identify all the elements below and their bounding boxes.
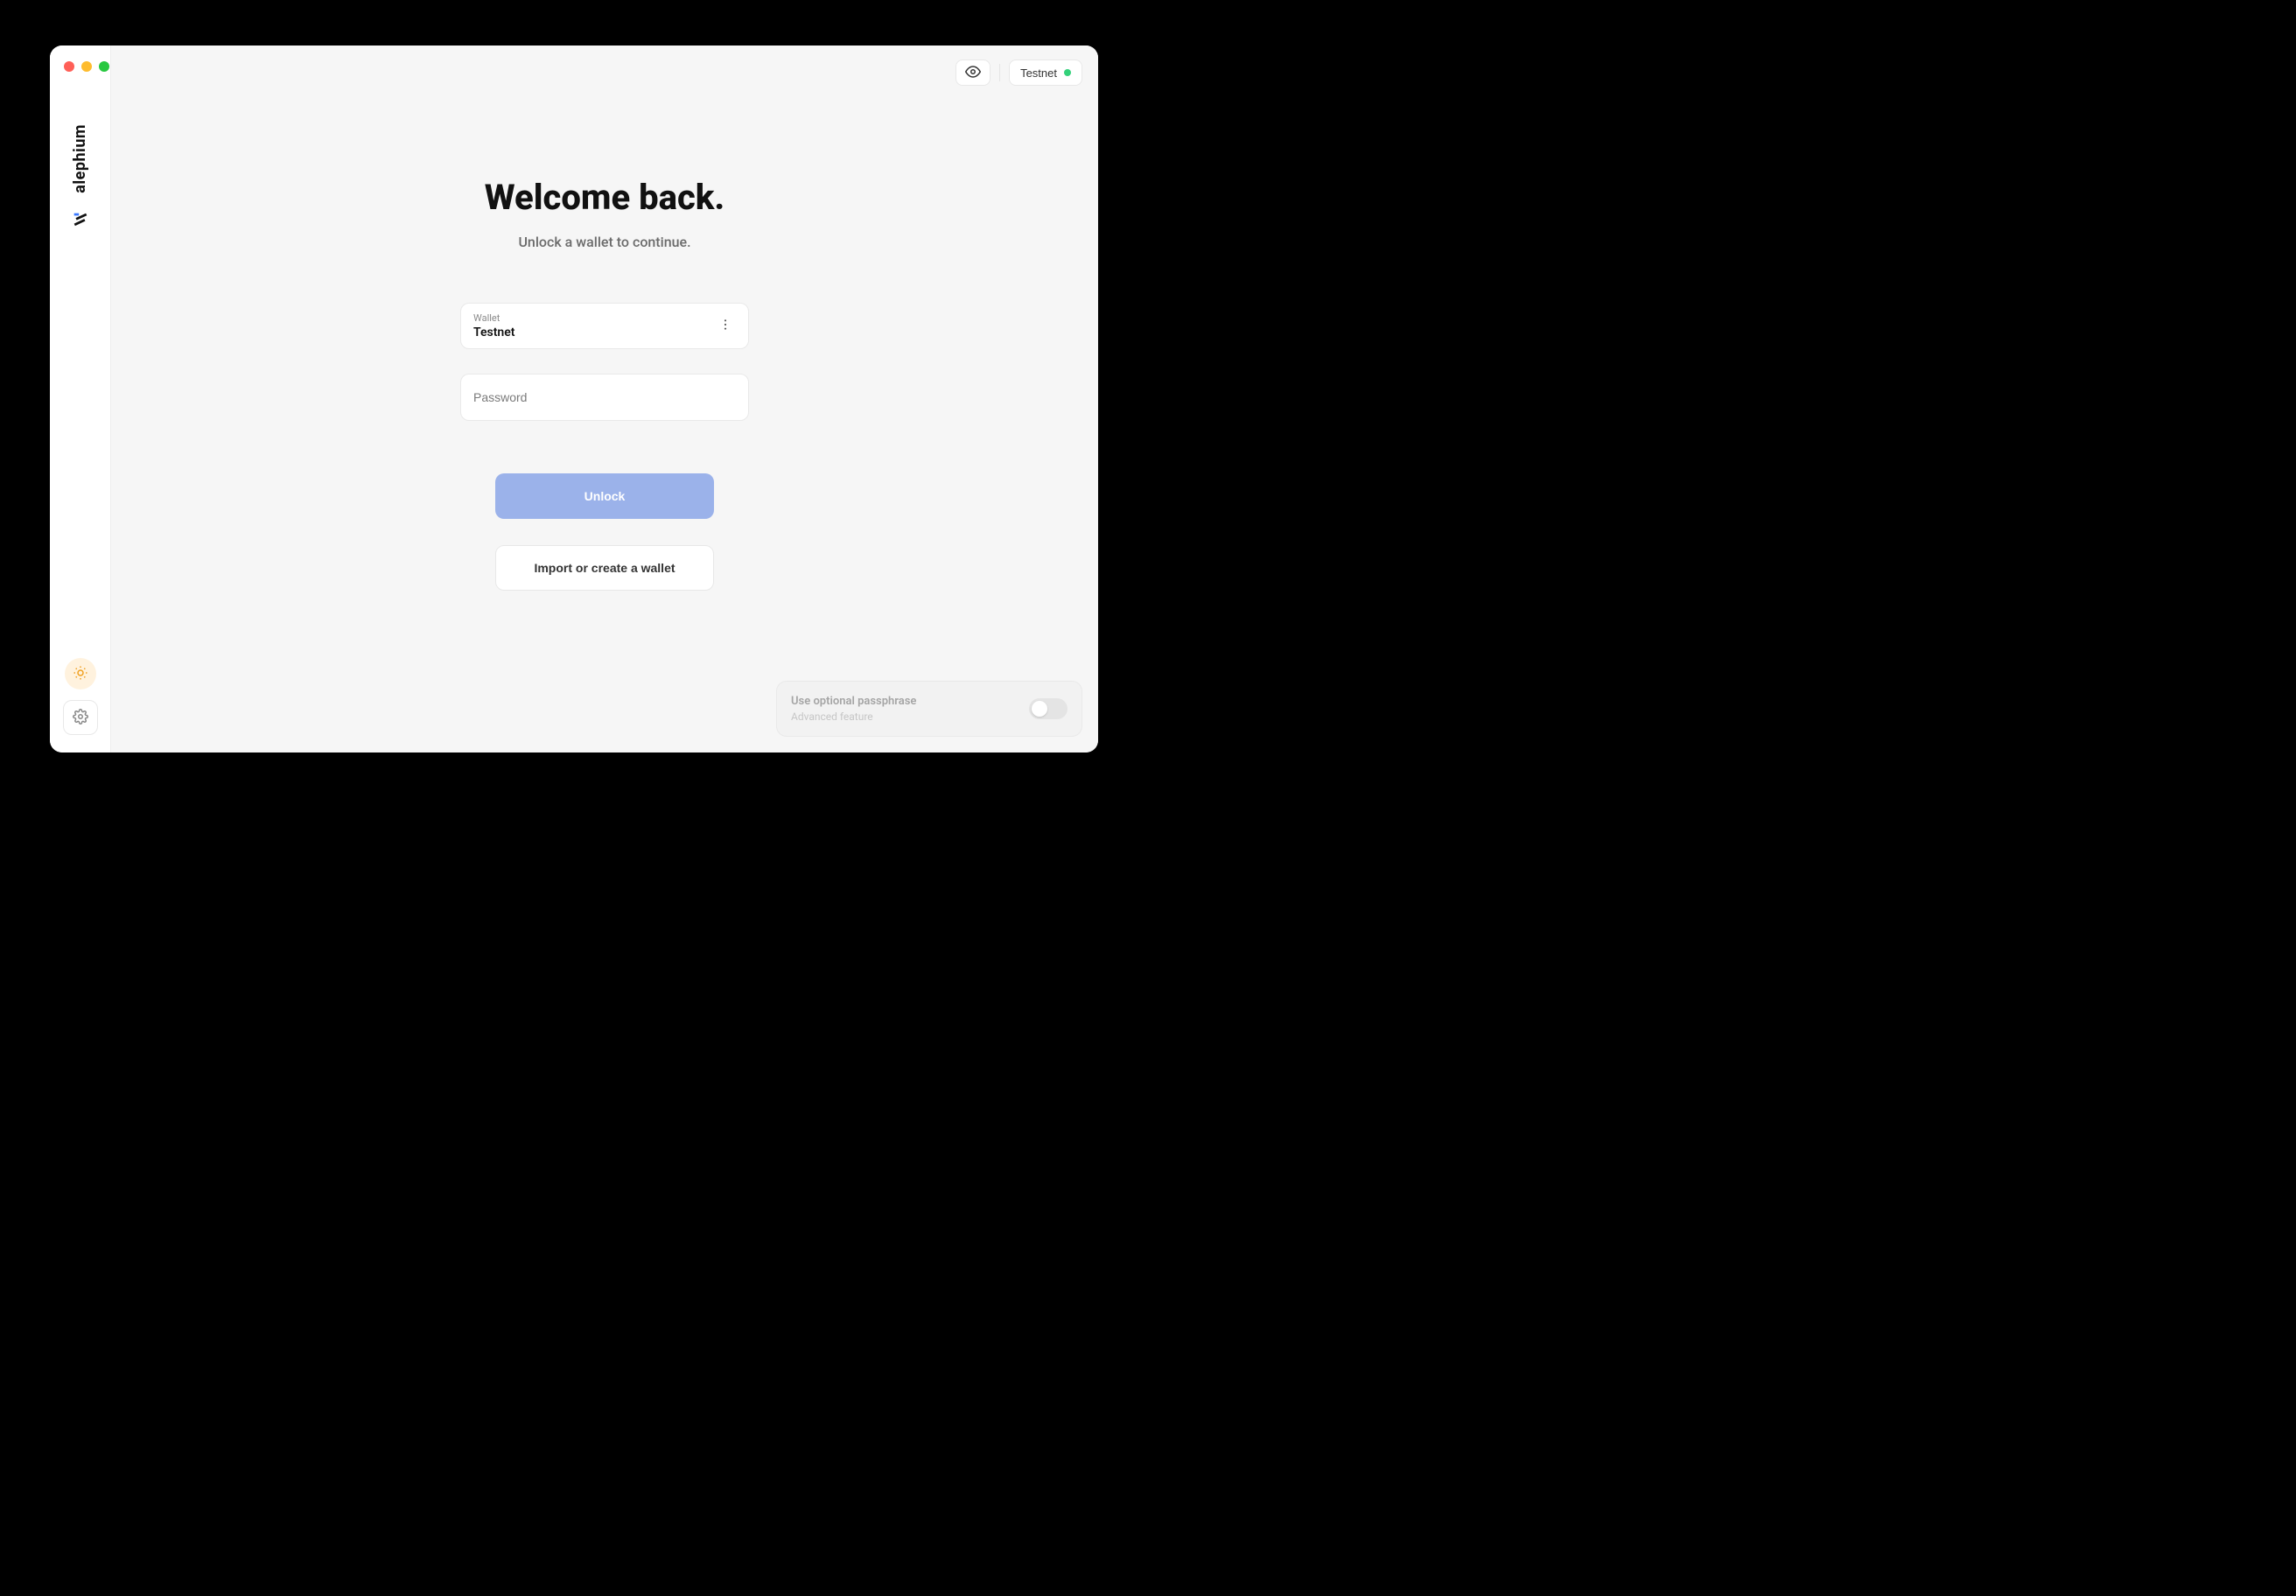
eye-icon <box>965 64 981 82</box>
passphrase-card: Use optional passphrase Advanced feature <box>776 681 1082 737</box>
visibility-toggle-button[interactable] <box>956 60 990 86</box>
network-label: Testnet <box>1020 66 1057 80</box>
minimize-window-button[interactable] <box>81 61 92 72</box>
unlock-button[interactable]: Unlock <box>495 473 714 519</box>
password-field[interactable] <box>460 374 749 421</box>
window-controls <box>64 61 109 72</box>
wallet-options-button[interactable] <box>715 316 736 337</box>
wallet-field-value: Testnet <box>473 326 514 340</box>
action-buttons: Unlock Import or create a wallet <box>495 473 714 591</box>
topbar-divider <box>999 64 1000 81</box>
toggle-knob-icon <box>1032 701 1047 717</box>
page-title: Welcome back. <box>485 177 725 218</box>
more-vertical-icon <box>718 318 732 334</box>
unlock-form: Wallet Testnet <box>460 303 749 421</box>
settings-button[interactable] <box>63 700 98 735</box>
passphrase-subtitle: Advanced feature <box>791 710 916 723</box>
passphrase-toggle[interactable] <box>1029 698 1068 719</box>
import-create-button[interactable]: Import or create a wallet <box>495 545 714 591</box>
status-dot-icon <box>1064 69 1071 76</box>
brand-name: alephium <box>71 124 89 193</box>
content: Welcome back. Unlock a wallet to continu… <box>111 46 1098 591</box>
close-window-button[interactable] <box>64 61 74 72</box>
page-subtitle: Unlock a wallet to continue. <box>518 234 690 250</box>
theme-toggle-button[interactable] <box>65 658 96 690</box>
sidebar: alephium <box>50 46 111 752</box>
password-input[interactable] <box>473 390 736 404</box>
wallet-field-label: Wallet <box>473 312 514 324</box>
topbar: Testnet <box>956 60 1082 86</box>
network-selector[interactable]: Testnet <box>1009 60 1082 86</box>
passphrase-title: Use optional passphrase <box>791 695 916 708</box>
wallet-selector[interactable]: Wallet Testnet <box>460 303 749 349</box>
gear-icon <box>73 709 88 727</box>
sun-icon <box>73 665 88 683</box>
brand-logo-icon <box>70 209 91 230</box>
app-window: alephium <box>50 46 1098 752</box>
maximize-window-button[interactable] <box>99 61 109 72</box>
main-area: Testnet Welcome back. Unlock a wallet to… <box>111 46 1098 752</box>
